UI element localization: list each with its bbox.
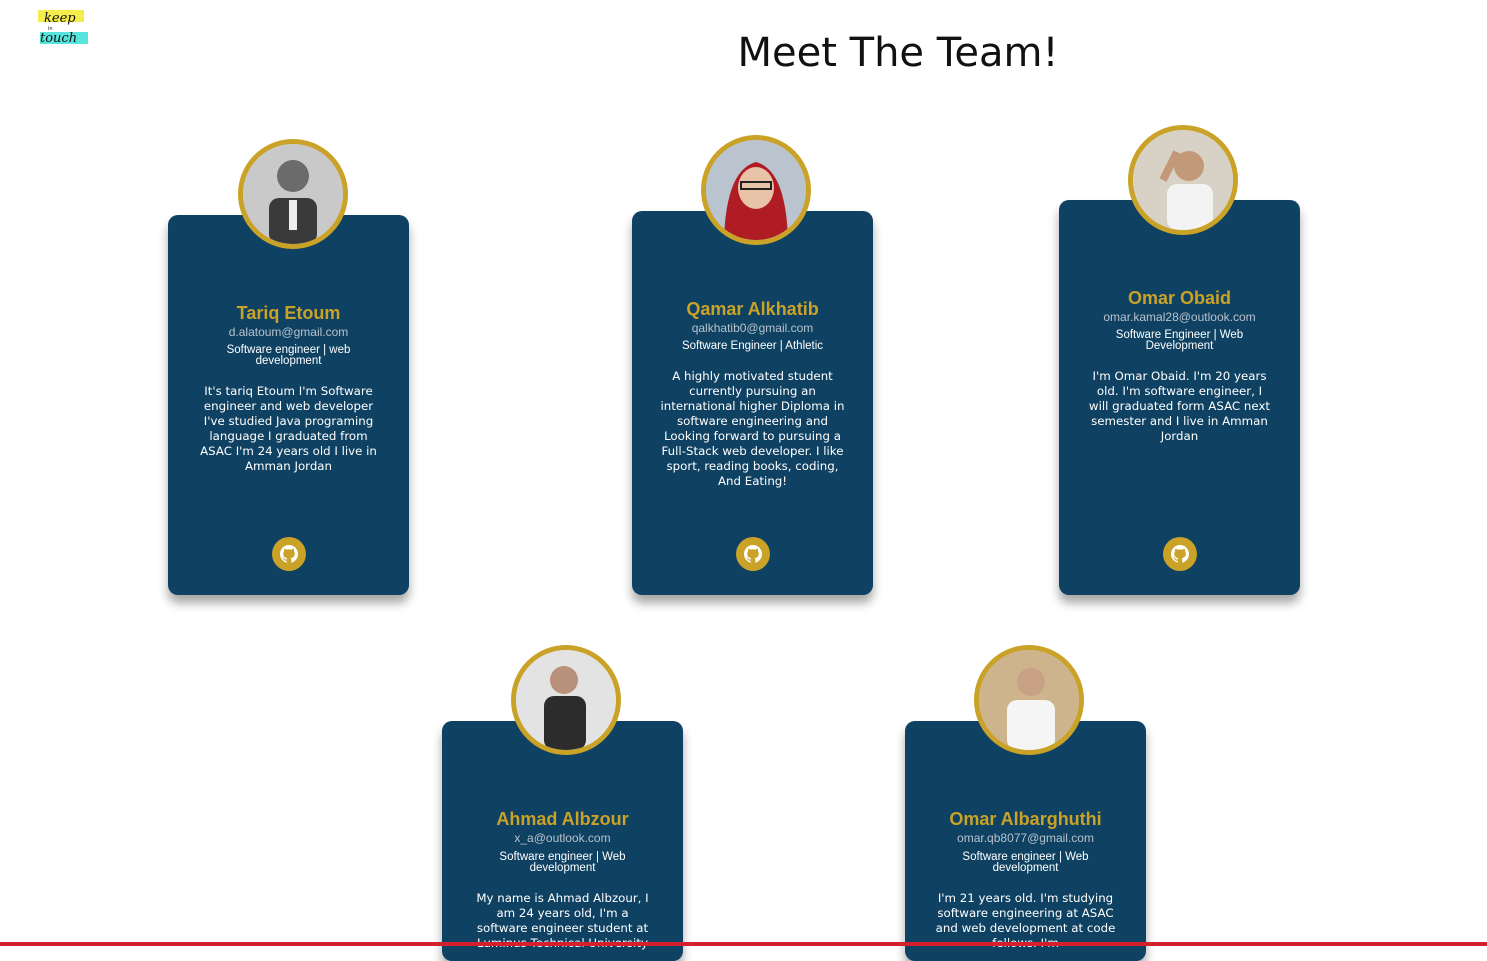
avatar [511, 645, 621, 755]
github-icon [280, 545, 298, 563]
avatar [238, 139, 348, 249]
member-name: Omar Obaid [1127, 288, 1232, 308]
github-link[interactable] [736, 537, 770, 571]
team-card: Qamar Alkhatib qalkhatib0@gmail.com Soft… [632, 211, 873, 595]
member-role: Software Engineer | Web Development [1115, 329, 1244, 352]
member-email: omar.qb8077@gmail.com [957, 831, 1094, 845]
member-name: Ahmad Albzour [496, 809, 629, 829]
member-name: Tariq Etoum [236, 303, 341, 323]
github-link[interactable] [1163, 537, 1197, 571]
github-icon [744, 545, 762, 563]
svg-text:keep: keep [44, 11, 76, 26]
member-role: Software engineer | Web development [499, 851, 626, 874]
avatar [1128, 125, 1238, 235]
page-title: Meet The Team! [737, 30, 1059, 76]
github-link[interactable] [272, 537, 306, 571]
member-email: omar.kamal28@outlook.com [1103, 310, 1256, 324]
bottom-bar [0, 942, 1487, 946]
member-email: d.alatoum@gmail.com [228, 325, 349, 339]
member-bio: It's tariq Etoum I'm Software engineer a… [200, 384, 377, 473]
avatar [974, 645, 1084, 755]
team-card: Tariq Etoum d.alatoum@gmail.com Software… [168, 215, 409, 595]
member-bio: I'm Omar Obaid. I'm 20 years old. I'm so… [1088, 369, 1271, 443]
member-role: Software engineer | web development [226, 344, 351, 367]
member-email: x_a@outlook.com [514, 831, 611, 845]
member-role: Software engineer | Web development [962, 851, 1089, 874]
member-bio: A highly motivated student currently pur… [660, 369, 845, 488]
team-card: Omar Albarghuthi omar.qb8077@gmail.com S… [905, 721, 1146, 961]
member-role: Software Engineer | Athletic [681, 340, 824, 352]
team-card: Ahmad Albzour x_a@outlook.com Software e… [442, 721, 683, 961]
member-name: Omar Albarghuthi [949, 809, 1102, 829]
member-name: Qamar Alkhatib [686, 299, 819, 319]
avatar [701, 135, 811, 245]
github-icon [1171, 545, 1189, 563]
member-email: qalkhatib0@gmail.com [691, 321, 814, 335]
team-card: Omar Obaid omar.kamal28@outlook.com Soft… [1059, 200, 1300, 595]
